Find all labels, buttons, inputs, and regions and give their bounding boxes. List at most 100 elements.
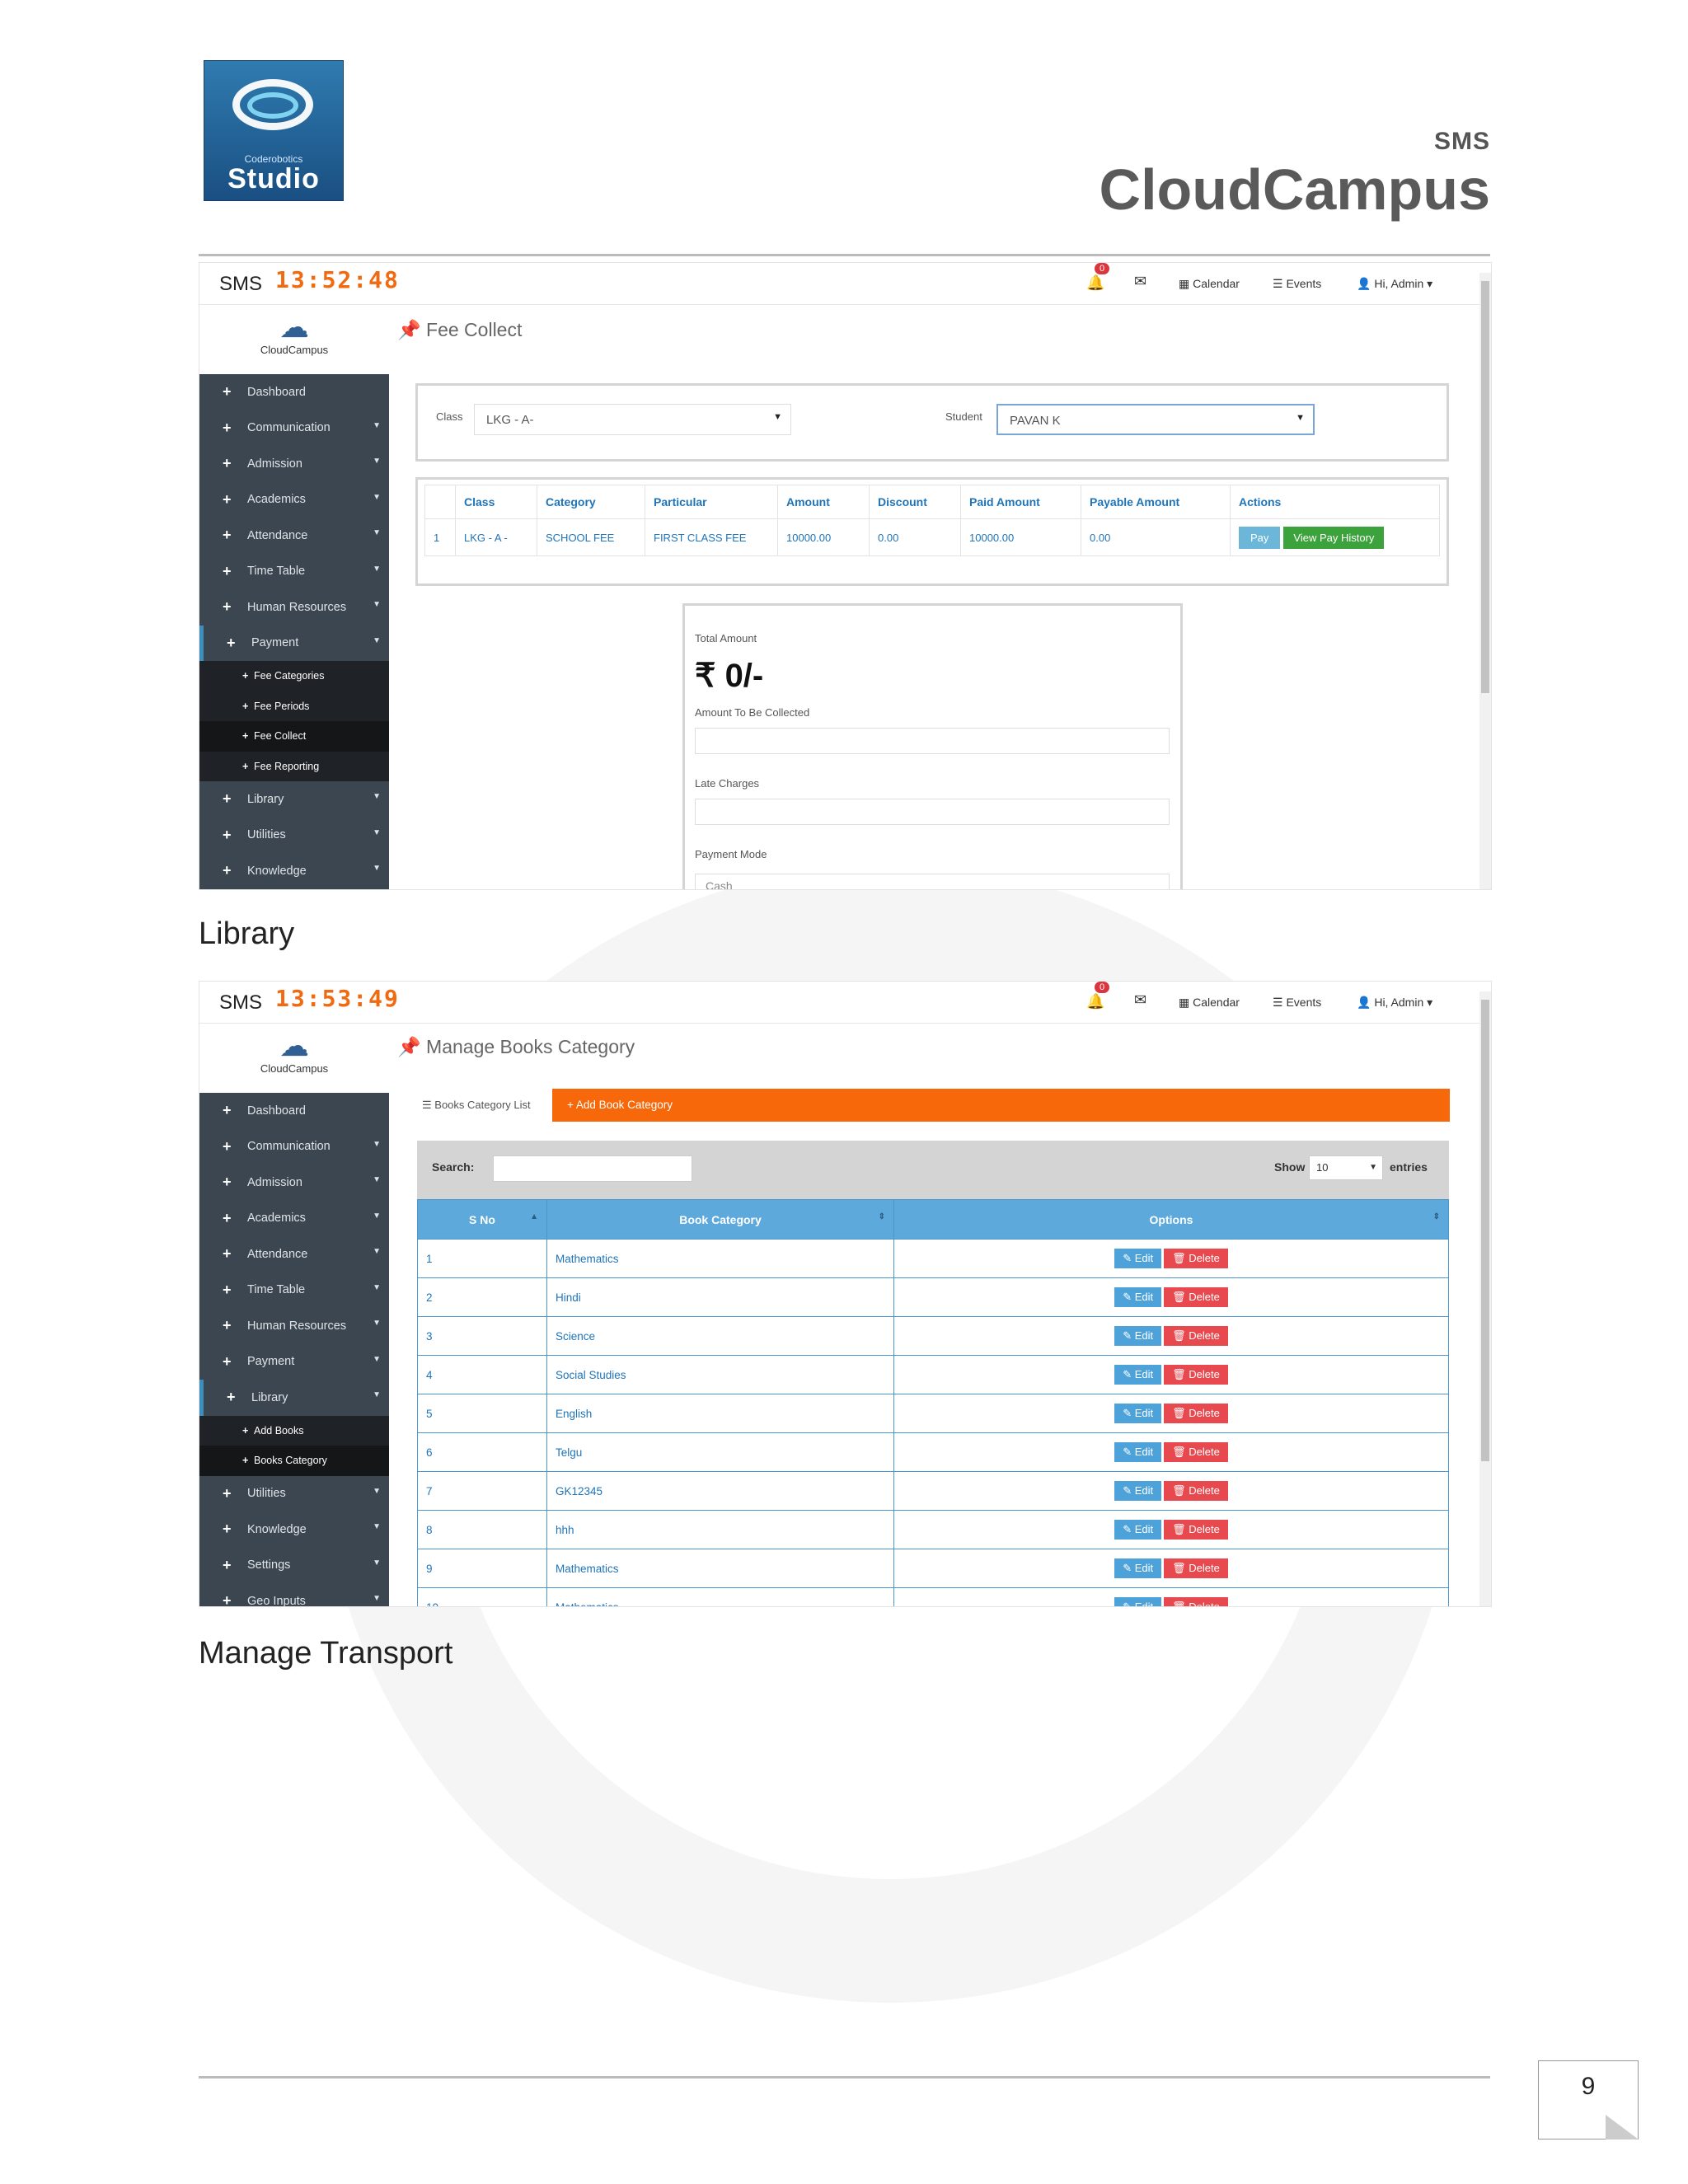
header-title: CloudCampus	[1099, 157, 1490, 222]
sidebar-item-time-table[interactable]: + Time Table ▼	[199, 554, 389, 590]
edit-button[interactable]: ✎ Edit	[1114, 1442, 1162, 1462]
cell-options: ✎ Edit 🗑 Delete	[893, 1471, 1449, 1511]
edit-button[interactable]: ✎ Edit	[1114, 1481, 1162, 1501]
delete-button[interactable]: 🗑 Delete	[1164, 1287, 1228, 1307]
bell-icon[interactable]: 🔔	[1086, 274, 1104, 292]
sidebar-item-label: Geo Inputs	[247, 1594, 306, 1607]
scrollbar-thumb[interactable]	[1481, 1000, 1489, 1461]
sidebar-item-settings[interactable]: + Settings ▼	[199, 1548, 389, 1584]
mail-icon[interactable]: ✉	[1134, 991, 1146, 1009]
view-pay-history-button[interactable]: View Pay History	[1283, 526, 1385, 549]
edit-button[interactable]: ✎ Edit	[1114, 1249, 1162, 1268]
delete-button[interactable]: 🗑 Delete	[1164, 1558, 1228, 1578]
col-header-sno[interactable]: S No ▲	[417, 1199, 547, 1240]
sidebar-item-payment[interactable]: + Payment ▼	[199, 1344, 389, 1380]
sidebar-subitem-label: Add Books	[254, 1424, 304, 1436]
col-header	[424, 485, 456, 519]
bell-icon[interactable]: 🔔	[1086, 993, 1104, 1010]
sidebar-subitem-fee-collect[interactable]: + Fee Collect	[199, 721, 389, 752]
sidebar-item-knowledge[interactable]: + Knowledge ▼	[199, 1511, 389, 1548]
plus-icon: +	[223, 527, 232, 544]
sidebar-item-academics[interactable]: + Academics ▼	[199, 482, 389, 518]
sidebar-subitem-books-category[interactable]: + Books Category	[199, 1446, 389, 1476]
amount-to-collect-input[interactable]	[695, 728, 1170, 754]
sidebar-item-dashboard[interactable]: + Dashboard	[199, 374, 389, 410]
tab-books-category-list[interactable]: ☰ Books Category List	[415, 1089, 552, 1122]
delete-button[interactable]: 🗑 Delete	[1164, 1520, 1228, 1540]
plus-icon: +	[242, 760, 249, 772]
delete-button[interactable]: 🗑 Delete	[1164, 1442, 1228, 1462]
search-input[interactable]	[493, 1155, 692, 1182]
cell-options: ✎ Edit 🗑 Delete	[893, 1510, 1449, 1549]
pay-button[interactable]: Pay	[1239, 526, 1281, 549]
sidebar-item-human-resources[interactable]: + Human Resources ▼	[199, 1308, 389, 1344]
table-row: 7 GK12345 ✎ Edit 🗑 Delete	[417, 1471, 1449, 1511]
sidebar-item-communication[interactable]: + Communication ▼	[199, 410, 389, 447]
sidebar-subitem-fee-categories[interactable]: + Fee Categories	[199, 661, 389, 691]
plus-icon: +	[223, 1281, 232, 1298]
edit-button[interactable]: ✎ Edit	[1114, 1558, 1162, 1578]
brand-name: CloudCampus	[260, 1062, 329, 1075]
edit-button[interactable]: ✎ Edit	[1114, 1287, 1162, 1307]
sidebar-item-academics[interactable]: + Academics ▼	[199, 1201, 389, 1237]
trash-icon: 🗑	[1172, 1252, 1189, 1264]
delete-button[interactable]: 🗑 Delete	[1164, 1481, 1228, 1501]
delete-button[interactable]: 🗑 Delete	[1164, 1249, 1228, 1268]
delete-label: Delete	[1189, 1484, 1220, 1497]
cell-sno: 3	[417, 1316, 547, 1356]
entries-select-value: 10	[1316, 1161, 1329, 1174]
sidebar-item-label: Attendance	[247, 528, 308, 542]
delete-button[interactable]: 🗑 Delete	[1164, 1326, 1228, 1346]
show-label: Show	[1274, 1160, 1306, 1174]
mail-icon[interactable]: ✉	[1134, 273, 1146, 290]
payment-mode-label: Payment Mode	[695, 848, 767, 860]
calendar-link[interactable]: ▦ Calendar	[1179, 277, 1240, 291]
sidebar-item-payment[interactable]: + Payment ▼	[199, 625, 389, 661]
cell-options: ✎ Edit 🗑 Delete	[893, 1549, 1449, 1588]
sidebar-item-human-resources[interactable]: + Human Resources ▼	[199, 589, 389, 626]
sidebar-item-attendance[interactable]: + Attendance ▼	[199, 518, 389, 554]
header-sms-label: SMS	[1433, 128, 1490, 155]
class-select[interactable]: LKG - A- ▼	[474, 404, 791, 435]
delete-button[interactable]: 🗑 Delete	[1164, 1365, 1228, 1385]
scrollbar[interactable]	[1479, 273, 1491, 889]
edit-button[interactable]: ✎ Edit	[1114, 1520, 1162, 1540]
sidebar-item-geo-inputs[interactable]: + Geo Inputs ▼	[199, 1583, 389, 1607]
scrollbar[interactable]	[1479, 991, 1491, 1606]
calendar-link[interactable]: ▦ Calendar	[1179, 996, 1240, 1010]
sidebar-item-knowledge[interactable]: + Knowledge ▼	[199, 853, 389, 889]
delete-button[interactable]: 🗑 Delete	[1164, 1404, 1228, 1423]
col-header-book-category[interactable]: Book Category ⇕	[546, 1199, 894, 1240]
edit-button[interactable]: ✎ Edit	[1114, 1326, 1162, 1346]
user-menu[interactable]: 👤 Hi, Admin ▾	[1357, 277, 1432, 291]
entries-select[interactable]: 10 ▼	[1309, 1155, 1383, 1180]
events-link[interactable]: ☰ Events	[1273, 996, 1321, 1010]
sidebar-item-dashboard[interactable]: + Dashboard	[199, 1093, 389, 1129]
sidebar-item-communication[interactable]: + Communication ▼	[199, 1129, 389, 1165]
col-header-options[interactable]: Options ⇕	[893, 1199, 1449, 1240]
delete-button[interactable]: 🗑 Delete	[1164, 1597, 1228, 1606]
sidebar-subitem-fee-reporting[interactable]: + Fee Reporting	[199, 751, 389, 781]
sidebar-item-library[interactable]: + Library ▼	[199, 1380, 389, 1416]
sidebar-item-admission[interactable]: + Admission ▼	[199, 446, 389, 482]
student-select[interactable]: PAVAN K ▼	[996, 404, 1315, 435]
user-menu[interactable]: 👤 Hi, Admin ▾	[1357, 996, 1432, 1010]
sidebar-item-library[interactable]: + Library ▼	[199, 781, 389, 818]
scrollbar-thumb[interactable]	[1481, 281, 1489, 693]
sidebar-item-utilities[interactable]: + Utilities ▼	[199, 818, 389, 854]
late-charges-input[interactable]	[695, 799, 1170, 825]
sidebar-subitem-fee-periods[interactable]: + Fee Periods	[199, 691, 389, 721]
edit-button[interactable]: ✎ Edit	[1114, 1404, 1162, 1423]
sidebar-item-admission[interactable]: + Admission ▼	[199, 1165, 389, 1201]
edit-button[interactable]: ✎ Edit	[1114, 1597, 1162, 1606]
wrench-icon: ✎	[1123, 1329, 1135, 1342]
col-header: Actions	[1230, 485, 1440, 519]
payment-mode-select[interactable]: Cash	[695, 874, 1170, 889]
tab-add-book-category[interactable]: + Add Book Category	[552, 1089, 1450, 1122]
sidebar-subitem-add-books[interactable]: + Add Books	[199, 1415, 389, 1446]
sidebar-item-time-table[interactable]: + Time Table ▼	[199, 1272, 389, 1309]
sidebar-item-utilities[interactable]: + Utilities ▼	[199, 1476, 389, 1512]
events-link[interactable]: ☰ Events	[1273, 277, 1321, 291]
sidebar-item-attendance[interactable]: + Attendance ▼	[199, 1236, 389, 1272]
edit-button[interactable]: ✎ Edit	[1114, 1365, 1162, 1385]
